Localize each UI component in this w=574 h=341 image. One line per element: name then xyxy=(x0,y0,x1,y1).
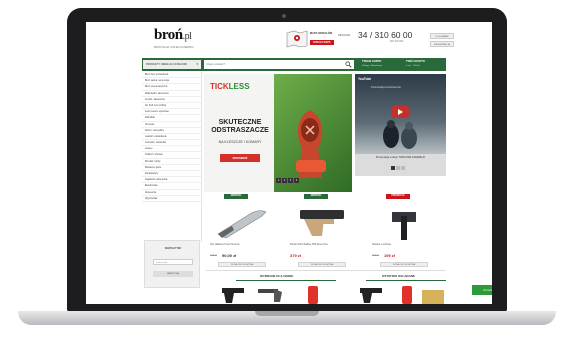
product-price: 379 zł xyxy=(290,253,301,258)
product-badge: NOWOŚĆ xyxy=(304,194,328,199)
category-sidebar: Broń bez pozwolenia Broń palna i amunicj… xyxy=(142,72,202,242)
banner-headline: SKUTECZNE ODSTRASZACZE xyxy=(211,119,269,134)
play-icon[interactable] xyxy=(391,106,409,118)
newsletter-widget: NEWSLETTER Twój e-mail ZAPISZ SIĘ xyxy=(144,240,200,288)
newsletter-title: NEWSLETTER xyxy=(164,247,182,250)
video-dot[interactable] xyxy=(401,166,405,170)
add-to-cart-button[interactable]: DODAJ DO KOSZYKA xyxy=(218,262,266,267)
mini-revolver-image xyxy=(258,289,282,302)
mini-pistol-image xyxy=(360,288,382,303)
chevron-down-icon: ▾ xyxy=(196,62,198,66)
phone-alt: 601 430 902 xyxy=(390,40,404,43)
tick-repeller-image xyxy=(296,110,326,178)
search-icon[interactable] xyxy=(345,61,352,68)
main-nav: PRODUKTY WEDŁUG KATEGORII ▾ TWOJE KONTO … xyxy=(142,58,446,71)
product-name[interactable]: Siekiera z pochwą xyxy=(372,244,436,247)
banner-dot[interactable]: 1 xyxy=(276,178,281,183)
axe-image xyxy=(392,212,416,240)
video-people-image xyxy=(383,120,417,149)
bottom-sections: WYBRANE DLA CIEBIE OSTATNIO OGLĄDANE xyxy=(206,270,446,304)
tab-underline xyxy=(366,280,446,281)
laptop-base xyxy=(18,311,556,325)
tab-underline xyxy=(236,280,336,281)
product-card[interactable]: NOWOŚĆ Pistolet ASG Walther P99 Desert T… xyxy=(286,194,358,274)
mini-pistol-image xyxy=(222,288,244,303)
pistol-image xyxy=(300,210,344,236)
laptop-mockup: broń.pl BROŃ PALNA I KOLEKCJONERSKA MAPA… xyxy=(0,0,574,341)
video-player[interactable]: YouTube Prezentacja kombinezonu xyxy=(355,74,446,154)
phone-block: INFOLINIA 34 / 310 60 00 601 430 902 xyxy=(338,30,428,50)
browser-screen: broń.pl BROŃ PALNA I KOLEKCJONERSKA MAPA… xyxy=(86,22,492,304)
product-price: 90,00 zł xyxy=(222,253,237,258)
product-old-price: 149 zł xyxy=(210,254,217,257)
phone-label: INFOLINIA xyxy=(338,34,351,37)
banner-pagination: 1234 xyxy=(276,178,300,183)
video-pagination xyxy=(391,166,406,171)
brand-part1: TICK xyxy=(210,82,229,91)
mini-ammo-image xyxy=(422,290,444,304)
laptop-notch xyxy=(255,311,319,316)
phone-number[interactable]: 34 / 310 60 00 xyxy=(358,30,412,40)
banner-brand: TICKLESS xyxy=(210,82,250,91)
search-box xyxy=(204,60,354,69)
products-dropdown-label: PRODUKTY WEDŁUG KATEGORII xyxy=(146,63,188,66)
banner-dot[interactable]: 2 xyxy=(282,178,287,183)
banner-subline: NA KLESZCZE I KOMARY xyxy=(218,140,262,144)
product-card[interactable]: NOWOŚĆ Nóż składany Puma Survival 149 zł… xyxy=(206,194,278,274)
site-header: broń.pl BROŃ PALNA I KOLEKCJONERSKA MAPA… xyxy=(86,22,492,56)
youtube-logo: YouTube xyxy=(358,77,372,81)
product-name[interactable]: Nóż składany Puma Survival xyxy=(210,244,274,247)
logo-suffix: .pl xyxy=(182,31,192,42)
tab-recommended[interactable]: WYBRANE DLA CIEBIE xyxy=(260,274,293,278)
brand-part2: LESS xyxy=(228,82,250,91)
product-old-price: 229 zł xyxy=(372,254,379,257)
cart-sub: 0 szt. · 0,00 zł xyxy=(406,65,420,67)
site-logo[interactable]: broń.pl xyxy=(154,27,192,44)
newsletter-button[interactable]: ZAPISZ SIĘ xyxy=(153,271,193,277)
banner-cta-button[interactable]: SPRAWDŹ xyxy=(220,154,260,162)
product-name[interactable]: Pistolet ASG Walther P99 Desert Tan xyxy=(290,244,354,247)
products-dropdown[interactable]: PRODUKTY WEDŁUG KATEGORII ▾ xyxy=(143,60,201,69)
banner-dot[interactable]: 3 xyxy=(288,178,293,183)
map-promo[interactable]: MAPA ODZIAŁÓW ZOBACZ MAPĘ xyxy=(286,28,336,50)
category-item[interactable]: Wyprzedaż xyxy=(142,196,201,202)
map-text: MAPA ODZIAŁÓW xyxy=(310,32,333,35)
map-icon xyxy=(286,30,308,48)
knife-image xyxy=(217,210,267,239)
video-title: Prezentacja kombinezonu xyxy=(371,86,401,89)
video-caption: Prezentacja w akcji: TARGOWE KAMIZELKI xyxy=(375,156,426,159)
banner-dot[interactable]: 4 xyxy=(294,178,299,183)
add-to-cart-button[interactable]: DODAJ DO KOSZYKA xyxy=(298,262,346,267)
mini-spray-image xyxy=(308,286,318,304)
video-dot[interactable] xyxy=(396,166,400,170)
account-sub: Zaloguj · Rejestracja xyxy=(362,65,383,67)
product-badge: PROMOCJA xyxy=(386,194,410,199)
tab-recently-viewed[interactable]: OSTATNIO OGLĄDANE xyxy=(382,274,415,278)
camera-icon xyxy=(282,14,286,18)
chat-button[interactable]: Porozmawiaj z nami xyxy=(472,285,492,295)
register-button[interactable]: REJESTRACJA xyxy=(430,41,454,47)
product-price: 199 zł xyxy=(384,253,395,258)
hero-banner[interactable]: TICKLESS SKUTECZNE ODSTRASZACZE NA KLESZ… xyxy=(204,74,352,192)
newsletter-input[interactable]: Twój e-mail xyxy=(153,259,193,265)
video-dot[interactable] xyxy=(391,166,395,170)
site-tagline: BROŃ PALNA I KOLEKCJONERSKA xyxy=(154,46,194,49)
logo-main: broń xyxy=(154,27,183,43)
map-button[interactable]: ZOBACZ MAPĘ xyxy=(310,40,334,45)
login-button[interactable]: LOGOWANIE xyxy=(430,33,454,39)
account-link[interactable]: TWOJE KONTO xyxy=(362,60,381,63)
video-box: YouTube Prezentacja kombinezonu Prezenta… xyxy=(355,74,446,176)
add-to-cart-button[interactable]: DODAJ DO KOSZYKA xyxy=(380,262,428,267)
product-badge: NOWOŚĆ xyxy=(224,194,248,199)
cart-link[interactable]: TWÓJ KOSZYK xyxy=(406,60,425,63)
product-card[interactable]: PROMOCJA Siekiera z pochwą 229 zł 199 zł… xyxy=(368,194,440,274)
search-input[interactable] xyxy=(204,60,344,69)
